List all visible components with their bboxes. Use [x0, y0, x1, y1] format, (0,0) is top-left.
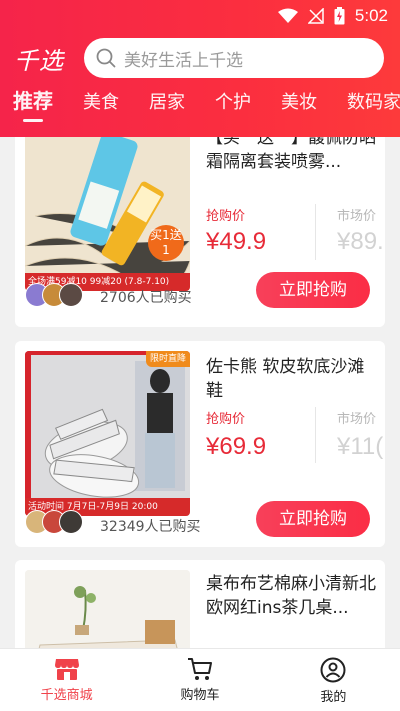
buyer-avatars: [25, 510, 83, 534]
app-header: 5:02 千选 美好生活上千选 推荐 美食 居家 个护 美妆 数码家: [0, 0, 400, 137]
product-card[interactable]: 买1送1 全场满59减10 99减20 (7.8-7.10) 【买一送一】馥佩防…: [15, 137, 385, 327]
market-price-label: 市场价: [337, 412, 377, 427]
category-tabs: 推荐 美食 居家 个护 美妆 数码家: [0, 84, 400, 128]
search-icon: [96, 48, 116, 68]
app-logo: 千选: [14, 46, 64, 75]
price-value: ¥69.9: [206, 433, 267, 460]
buy-now-button[interactable]: 立即抢购: [256, 501, 370, 537]
price-value: ¥49.9: [206, 228, 267, 255]
product-image[interactable]: [25, 570, 190, 648]
tab-recommend[interactable]: 推荐: [13, 85, 53, 128]
product-title[interactable]: 佐卡熊 软皮软底沙滩鞋: [206, 355, 378, 403]
user-icon: [320, 657, 346, 683]
search-input[interactable]: 美好生活上千选: [84, 38, 384, 78]
nav-cart-label: 购物车: [180, 688, 220, 703]
price-label: 抢购价: [206, 412, 246, 427]
product-card[interactable]: 限时直降 活动时间 7月7日-7月9日 20:00 佐卡熊 软皮软底沙滩鞋 抢购…: [15, 341, 385, 547]
buy-one-get-one-badge: 买1送1: [148, 225, 184, 261]
buy-now-button[interactable]: 立即抢购: [256, 272, 370, 308]
product-card[interactable]: 桌布布艺棉麻小清新北欧网红ins茶几桌...: [15, 560, 385, 648]
status-bar: 5:02: [0, 0, 400, 32]
price-label: 抢购价: [206, 209, 246, 224]
tab-food[interactable]: 美食: [83, 88, 119, 128]
market-price-value: ¥89.: [337, 228, 384, 255]
store-icon: [54, 659, 79, 680]
no-signal-icon: [307, 8, 324, 24]
cart-icon: [187, 658, 212, 680]
buyer-count: 2706人已购买: [100, 290, 192, 306]
avatar: [59, 283, 83, 307]
nav-profile[interactable]: 我的: [267, 649, 400, 711]
nav-cart[interactable]: 购物车: [133, 649, 266, 711]
nav-mall[interactable]: 千选商城: [0, 649, 133, 711]
tab-digital[interactable]: 数码家: [347, 88, 400, 128]
buyer-avatars: [25, 283, 83, 307]
wifi-icon: [277, 8, 298, 23]
avatar: [59, 510, 83, 534]
product-image[interactable]: 限时直降 活动时间 7月7日-7月9日 20:00: [25, 351, 190, 516]
status-time: 5:02: [354, 6, 388, 25]
tab-home[interactable]: 居家: [149, 88, 185, 128]
nav-profile-label: 我的: [320, 690, 347, 705]
tab-makeup[interactable]: 美妆: [281, 88, 317, 128]
product-title[interactable]: 桌布布艺棉麻小清新北欧网红ins茶几桌...: [206, 572, 378, 620]
tab-personal-care[interactable]: 个护: [215, 88, 251, 128]
tablecloth-illustration: [25, 570, 190, 648]
market-price-label: 市场价: [337, 209, 377, 224]
bottom-navigation: 千选商城 购物车 我的: [0, 648, 400, 711]
search-placeholder: 美好生活上千选: [124, 50, 243, 71]
flash-sale-tag: 限时直降: [145, 351, 190, 367]
product-title[interactable]: 【买一送一】馥佩防晒霜隔离套装喷雾...: [206, 137, 378, 174]
buyer-count: 32349人已购买: [100, 519, 201, 535]
nav-mall-label: 千选商城: [40, 688, 93, 703]
sunscreen-illustration: [25, 137, 190, 291]
market-price-value: ¥11(: [337, 433, 384, 460]
battery-charging-icon: [334, 7, 345, 25]
product-feed[interactable]: 买1送1 全场满59减10 99减20 (7.8-7.10) 【买一送一】馥佩防…: [0, 137, 400, 648]
product-image[interactable]: 买1送1 全场满59减10 99减20 (7.8-7.10): [25, 137, 190, 291]
sandals-illustration: [25, 351, 190, 516]
